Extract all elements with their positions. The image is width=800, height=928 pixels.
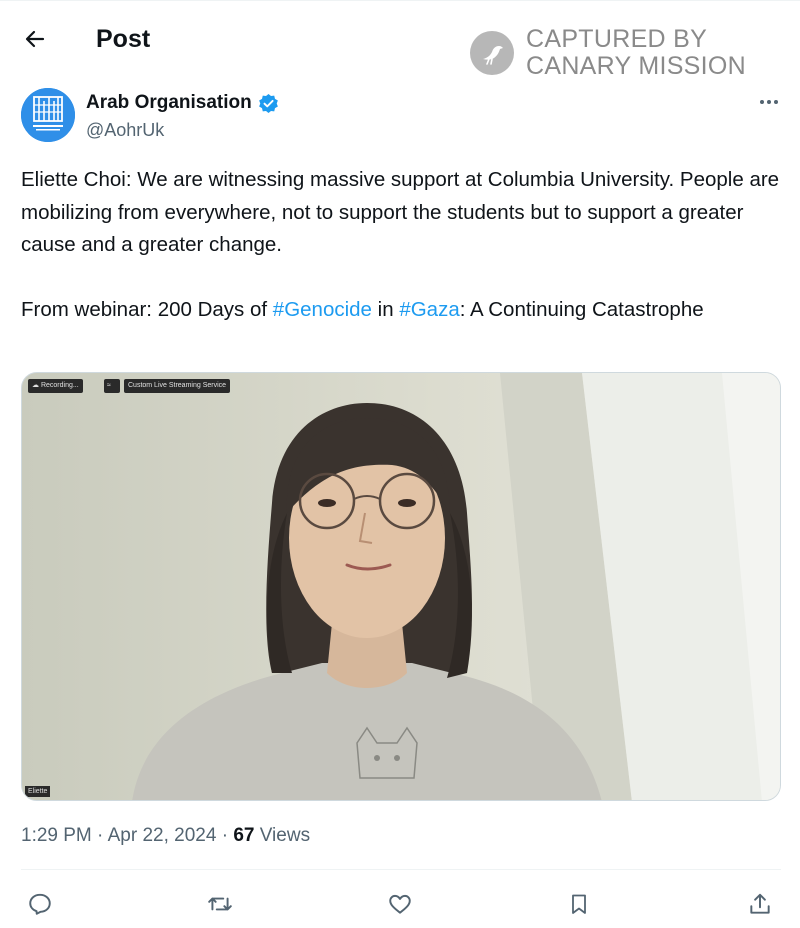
post-text: Eliette Choi: We are witnessing massive … [21, 164, 781, 326]
video-media[interactable]: ☁ Recording... ≈ Custom Live Streaming S… [21, 372, 781, 801]
bookmark-button[interactable] [559, 886, 599, 922]
share-button[interactable] [740, 886, 780, 922]
post-paragraph-1: Eliette Choi: We are witnessing massive … [21, 168, 780, 256]
text-mid: in [371, 297, 400, 321]
text-suffix: : A Continuing Catastrophe [459, 297, 704, 321]
verified-badge-icon [258, 93, 278, 113]
more-dot-icon [774, 100, 778, 104]
stream-icon-chip: ≈ [104, 379, 120, 393]
views-count: 67 [233, 825, 255, 846]
divider [21, 869, 781, 870]
watermark-line1: CAPTURED BY [526, 25, 708, 53]
more-options-button[interactable] [754, 92, 784, 112]
like-button[interactable] [380, 886, 420, 922]
broadcast-icon: ≈ [107, 382, 111, 389]
video-frame-image [22, 373, 780, 800]
post-meta: 1:29 PM · Apr 22, 2024 · 67 Views [21, 823, 310, 849]
recording-label: Recording... [40, 382, 79, 389]
reply-icon [29, 893, 51, 915]
organisation-logo-icon [21, 88, 75, 142]
meta-separator: · [216, 825, 234, 846]
share-icon [750, 893, 770, 914]
hashtag-gaza-link[interactable]: #Gaza [399, 298, 459, 321]
watermark: CAPTURED BY CANARY MISSION [470, 24, 770, 82]
author-name[interactable]: Arab Organisation [86, 91, 279, 115]
streaming-chip: Custom Live Streaming Service [124, 379, 231, 393]
more-dot-icon [760, 100, 764, 104]
heart-icon [389, 894, 411, 914]
post-paragraph-2: From webinar: 200 Days of #Genocide in #… [21, 294, 781, 327]
page-title: Post [96, 25, 151, 53]
participant-name-tag: Eliette [25, 786, 51, 797]
reply-button[interactable] [20, 886, 60, 922]
views-label: Views [254, 825, 311, 846]
back-button[interactable] [14, 22, 56, 56]
cloud-icon: ☁ [32, 382, 41, 389]
top-border [0, 0, 800, 1]
repost-button[interactable] [200, 886, 240, 922]
more-dot-icon [767, 100, 771, 104]
watermark-text: CAPTURED BY CANARY MISSION [526, 26, 746, 80]
repost-icon [208, 897, 232, 911]
author-handle[interactable]: @AohrUk [86, 119, 164, 141]
arrow-left-icon [25, 30, 45, 48]
meta-separator: · [91, 825, 108, 846]
canary-logo-icon [470, 31, 514, 75]
recording-chip: ☁ Recording... [28, 379, 83, 393]
post-time[interactable]: 1:29 PM [21, 825, 92, 846]
hashtag-genocide-link[interactable]: #Genocide [273, 298, 372, 321]
author-name-text: Arab Organisation [86, 92, 252, 113]
bookmark-icon [572, 894, 586, 914]
post-date[interactable]: Apr 22, 2024 [108, 825, 217, 846]
text-prefix: From webinar: 200 Days of [21, 297, 273, 321]
avatar[interactable] [21, 88, 75, 142]
watermark-line2: CANARY MISSION [526, 52, 746, 80]
